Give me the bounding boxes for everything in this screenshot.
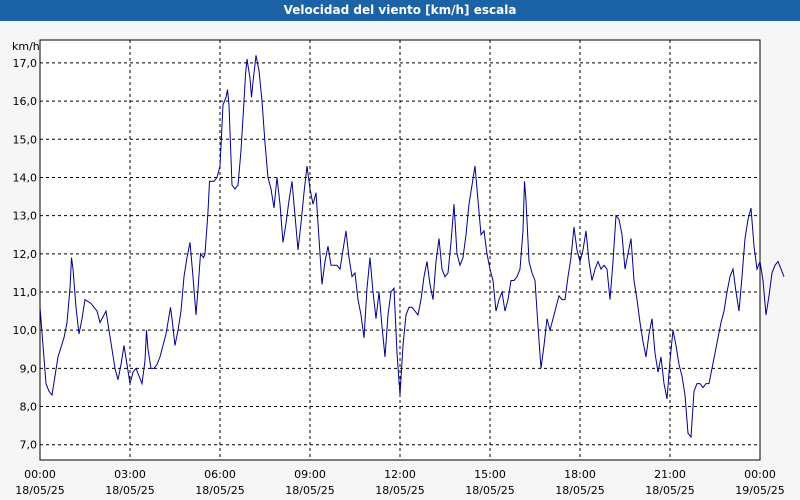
x-tick-date: 18/05/25 [555,484,604,497]
y-tick-label: 10,0 [13,324,38,337]
x-tick-date: 18/05/25 [195,484,244,497]
x-tick-date: 18/05/25 [645,484,694,497]
y-tick-labels: 7,0 8,0 9,0 10,0 11,0 12,0 13,0 14,0 15,0 16,0 17,… [13,57,38,452]
x-tick-time: 15:00 [474,468,506,481]
x-tick-labels: 00:00 18/05/25 03:00 18/05/25 06:00 18/05/25 0… [15,468,784,497]
y-tick-label: 16,0 [13,95,38,108]
y-tick-label: 14,0 [13,171,38,184]
x-tick-date: 18/05/25 [375,484,424,497]
y-tick-label: 7,0 [20,439,38,452]
x-tick-time: 00:00 [744,468,776,481]
y-tick-label: 13,0 [13,210,38,223]
x-tick-date: 18/05/25 [285,484,334,497]
x-tick-time: 21:00 [654,468,686,481]
x-tick-date: 18/05/25 [15,484,64,497]
y-tick-label: 17,0 [13,57,38,70]
x-tick-time: 12:00 [384,468,416,481]
x-tick-date: 18/05/25 [105,484,154,497]
x-tick-time: 00:00 [24,468,56,481]
x-tick-time: 09:00 [294,468,326,481]
y-axis-label: km/h [12,40,40,53]
wind-speed-chart: km/h 7,0 8,0 9,0 10,0 11,0 12,0 13,0 14,0 15,0 16… [12,39,785,497]
x-tick-time: 06:00 [204,468,236,481]
y-tick-label: 15,0 [13,133,38,146]
y-tick-label: 8,0 [20,401,38,414]
x-tick-date: 18/05/25 [465,484,514,497]
y-tick-label: 11,0 [13,286,38,299]
x-tick-date: 19/05/25 [735,484,784,497]
y-tick-label: 9,0 [20,362,38,375]
x-tick-time: 03:00 [114,468,146,481]
y-tick-label: 12,0 [13,248,38,261]
x-tick-time: 18:00 [564,468,596,481]
